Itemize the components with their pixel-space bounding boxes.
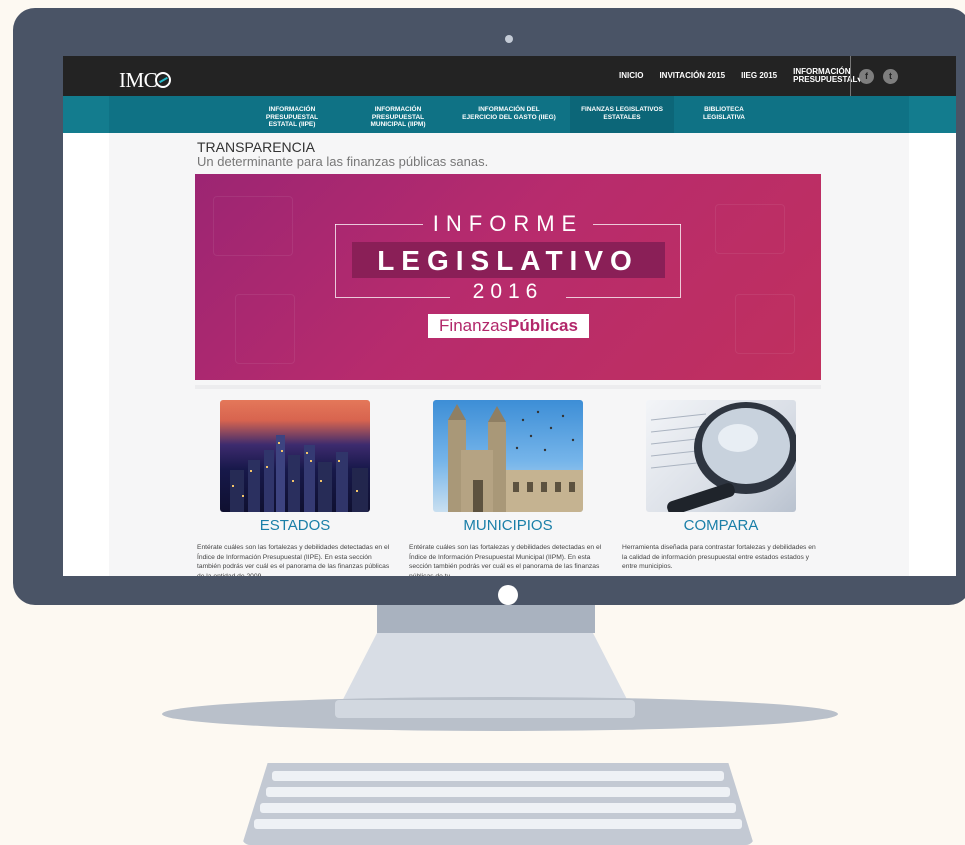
- main-nav-inner: INFORMACIÓN PRESUPUESTAL ESTATAL (IIPE) I…: [109, 96, 909, 133]
- main-nav-item-biblioteca[interactable]: BIBLIOTECA LEGISLATIVA: [679, 106, 769, 121]
- nav-label-line2: ESTATAL (IIPE): [268, 121, 316, 128]
- cathedral-image[interactable]: [433, 400, 583, 512]
- monitor-frame: IMC INICIO INVITACIÓN 2015 IIEG 2015 INF…: [13, 8, 965, 605]
- monitor-base: [335, 700, 635, 718]
- card-text-estados: Entérate cuáles son las fortalezas y deb…: [197, 544, 390, 576]
- finanzas-publicas-tag: FinanzasPúblicas: [428, 314, 589, 338]
- magnifier-image[interactable]: [646, 400, 796, 512]
- monitor-neck: [377, 605, 595, 633]
- nav-label-line1: BIBLIOTECA: [704, 106, 744, 113]
- nav-invitacion-2015[interactable]: INVITACIÓN 2015: [659, 72, 725, 80]
- site-header: IMC INICIO INVITACIÓN 2015 IIEG 2015 INF…: [63, 56, 956, 96]
- banner-line-informe: INFORME: [432, 211, 584, 236]
- nav-label-line2: ESTATALES: [603, 113, 641, 121]
- keyboard-row: [254, 819, 742, 829]
- facebook-icon[interactable]: f: [859, 69, 874, 84]
- main-nav: INFORMACIÓN PRESUPUESTAL ESTATAL (IIPE) I…: [63, 96, 956, 133]
- tag-regular: Finanzas: [439, 316, 509, 335]
- informe-legislativo-banner[interactable]: INFORME LEGISLATIVO 2016 FinanzasPública…: [195, 174, 821, 380]
- banner-year: 2016: [472, 280, 544, 303]
- webcam: [505, 35, 513, 43]
- keyboard: [242, 763, 754, 845]
- logo-text: IMC: [119, 68, 158, 92]
- main-content: TRANSPARENCIA Un determinante para las f…: [109, 133, 909, 576]
- twitter-icon[interactable]: t: [883, 69, 898, 84]
- main-nav-item-iieg[interactable]: INFORMACIÓN DEL EJERCICIO DEL GASTO (IIEG…: [459, 106, 559, 121]
- banner-line-legislativo: LEGISLATIVO: [377, 245, 639, 276]
- header-divider: [850, 56, 851, 96]
- nav-label-line1: INFORMACIÓN PRESUPUESTAL: [371, 106, 425, 121]
- browser-screen: IMC INICIO INVITACIÓN 2015 IIEG 2015 INF…: [63, 56, 956, 576]
- card-title-estados[interactable]: ESTADOS: [220, 517, 370, 534]
- section-divider: [195, 385, 821, 389]
- cathedral-illustration: [448, 404, 583, 512]
- keyboard-row: [260, 803, 736, 813]
- city-skyline-illustration: [230, 435, 368, 512]
- main-nav-item-iipe[interactable]: INFORMACIÓN PRESUPUESTAL ESTATAL (IIPE): [242, 106, 342, 129]
- card-title-compara[interactable]: COMPARA: [646, 517, 796, 534]
- imco-logo[interactable]: IMC: [119, 68, 172, 93]
- city-night-image[interactable]: [220, 400, 370, 512]
- nav-label-line2: EJERCICIO DEL GASTO (IIEG): [462, 113, 556, 121]
- card-text-municipios: Entérate cuáles son las fortalezas y deb…: [409, 544, 602, 576]
- keyboard-row: [272, 771, 724, 781]
- page-title: TRANSPARENCIA: [197, 139, 315, 155]
- nav-label-line1: FINANZAS LEGISLATIVOS: [581, 106, 663, 113]
- logo-mark-icon: [155, 72, 172, 88]
- magnifier-illustration: [650, 402, 796, 512]
- main-nav-item-iipm[interactable]: INFORMACIÓN PRESUPUESTAL MUNICIPAL (IIPM): [348, 106, 448, 129]
- main-nav-item-finanzas-legislativos[interactable]: FINANZAS LEGISLATIVOS ESTATALES: [570, 96, 674, 133]
- tag-bold: Públicas: [508, 316, 578, 335]
- power-button[interactable]: [498, 585, 518, 605]
- dropdown-line2: PRESUPUESTAL: [793, 75, 858, 84]
- top-nav: INICIO INVITACIÓN 2015 IIEG 2015 INFORMA…: [619, 56, 861, 96]
- nav-label-line1: INFORMACIÓN DEL: [478, 106, 540, 113]
- nav-iieg-2015[interactable]: IIEG 2015: [741, 72, 777, 80]
- nav-inicio[interactable]: INICIO: [619, 72, 643, 80]
- nav-label-line2: MUNICIPAL (IIPM): [370, 121, 426, 128]
- page-subtitle: Un determinante para las finanzas públic…: [197, 154, 489, 169]
- keyboard-row: [266, 787, 730, 797]
- nav-label-line1: INFORMACIÓN PRESUPUESTAL: [265, 106, 319, 121]
- nav-informacion-presupuestal-dropdown[interactable]: INFORMACIÓNPRESUPUESTAL▾: [793, 68, 861, 84]
- banner-pattern: [235, 294, 295, 364]
- card-title-municipios[interactable]: MUNICIPIOS: [433, 517, 583, 534]
- card-text-compara: Herramienta diseñada para contrastar for…: [622, 544, 816, 571]
- nav-label-line2: LEGISLATIVA: [702, 113, 745, 121]
